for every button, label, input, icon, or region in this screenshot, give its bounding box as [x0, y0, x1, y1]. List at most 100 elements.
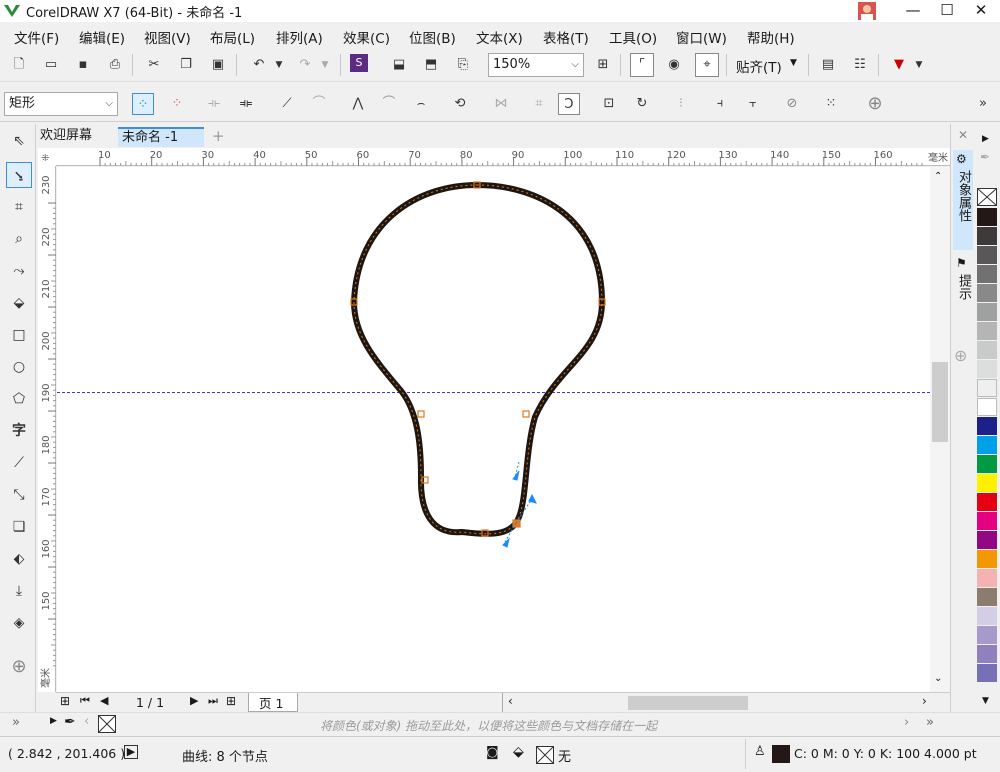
- horizontal-ruler[interactable]: 10 20 30 40 50 60 70 80 90 100 110 120 130 140 150 160 …: [56, 148, 950, 166]
- snap-dropdown-icon[interactable]: ▼: [790, 58, 797, 68]
- palette-swatch[interactable]: [977, 379, 997, 397]
- print-icon[interactable]: ⎙: [104, 54, 126, 76]
- palette-swatch[interactable]: [977, 322, 997, 340]
- palette-swatch[interactable]: [977, 550, 997, 568]
- scroll-right-icon[interactable]: ›: [922, 694, 927, 708]
- redo-icon[interactable]: ↷: [294, 54, 316, 76]
- menu-text[interactable]: 文本(X): [476, 27, 523, 47]
- scroll-up-icon[interactable]: ⌃: [934, 171, 942, 182]
- tab-hints[interactable]: ⚑ 提示: [953, 254, 973, 314]
- break-curve-icon[interactable]: ⟚: [235, 93, 257, 115]
- outline-color-swatch[interactable]: [772, 745, 790, 763]
- outline-pen-icon[interactable]: ♙: [754, 744, 766, 759]
- scroll-left-icon[interactable]: ‹: [508, 694, 513, 708]
- vertical-ruler[interactable]: 230 220 210 200 190 180 170 160 150 毫米: [38, 166, 56, 692]
- ruler-origin[interactable]: ⁜: [38, 148, 56, 166]
- more-options-icon[interactable]: »: [972, 93, 994, 115]
- curve-nodes[interactable]: [350, 181, 606, 537]
- close-curve-icon[interactable]: Ↄ: [558, 93, 580, 115]
- undo-icon[interactable]: ↶: [248, 54, 270, 76]
- close-button[interactable]: ✕: [966, 0, 996, 22]
- menu-effects[interactable]: 效果(C): [343, 27, 390, 47]
- join-nodes-icon[interactable]: ⟛: [203, 93, 225, 115]
- palette-swatch[interactable]: [977, 360, 997, 378]
- page-tab[interactable]: 页 1: [248, 693, 298, 712]
- palette-swatch[interactable]: [977, 626, 997, 644]
- menu-tools[interactable]: 工具(O): [609, 27, 657, 47]
- palette-swatch[interactable]: [977, 227, 997, 245]
- to-line-icon[interactable]: ⟋: [276, 93, 298, 115]
- eyedropper-icon[interactable]: ⤓: [6, 578, 32, 604]
- redo-dropdown-icon[interactable]: ▼: [314, 54, 336, 76]
- to-curve-icon[interactable]: ⌒: [308, 93, 330, 115]
- shape-tool-icon[interactable]: ⭸: [6, 162, 32, 188]
- color-proof-icon[interactable]: ◙: [486, 745, 499, 760]
- zoom-tool-icon[interactable]: ⌕: [6, 226, 32, 252]
- mirror-vertical-icon[interactable]: ⫟: [742, 93, 764, 115]
- rectangle-tool-icon[interactable]: □: [6, 322, 32, 348]
- drawing-canvas[interactable]: [57, 167, 930, 692]
- next-page-icon[interactable]: ▶: [190, 694, 198, 707]
- fill-bucket-icon[interactable]: ⬙: [513, 744, 524, 760]
- expand-palette-icon[interactable]: »: [12, 715, 20, 730]
- import-icon[interactable]: ⬓: [388, 54, 410, 76]
- snap-to-dropdown[interactable]: 贴齐(T): [736, 56, 782, 76]
- palette-swatch[interactable]: [977, 341, 997, 359]
- palette-swatch[interactable]: [977, 664, 997, 682]
- palette-scroll-down-icon[interactable]: ▼: [982, 696, 989, 706]
- menu-window[interactable]: 窗口(W): [676, 27, 727, 47]
- menu-layout[interactable]: 布局(L): [210, 27, 255, 47]
- freehand-tool-icon[interactable]: ⤳: [6, 258, 32, 284]
- text-tool-icon[interactable]: 字: [6, 418, 32, 444]
- palette-swatch[interactable]: [977, 455, 997, 473]
- shape-type-combo[interactable]: 矩形 ⌵: [4, 92, 118, 116]
- menu-arrange[interactable]: 排列(A): [276, 27, 323, 47]
- zoom-combo[interactable]: 150% ⌵: [488, 53, 584, 77]
- paste-icon[interactable]: ▣: [207, 54, 229, 76]
- elastic-mode-icon[interactable]: ⊘: [781, 93, 803, 115]
- smooth-node-icon[interactable]: ⌒: [378, 93, 400, 115]
- close-docker-icon[interactable]: ✕: [958, 128, 968, 142]
- tab-document[interactable]: 未命名 -1: [118, 127, 204, 147]
- align-nodes-icon[interactable]: ⁝: [670, 93, 692, 115]
- menu-table[interactable]: 表格(T): [543, 27, 589, 47]
- delete-node-icon[interactable]: ⁘: [166, 93, 188, 115]
- palette-swatch[interactable]: [977, 246, 997, 264]
- palette-options-icon[interactable]: »: [926, 715, 934, 730]
- cusp-node-icon[interactable]: ⋀: [347, 93, 369, 115]
- crop-tool-icon[interactable]: ⌗: [6, 194, 32, 220]
- add-tool-icon[interactable]: ⊕: [6, 654, 32, 680]
- rotate-nodes-icon[interactable]: ↻: [631, 93, 653, 115]
- show-grid-icon[interactable]: ◉: [663, 54, 685, 76]
- open-icon[interactable]: ▭: [40, 54, 62, 76]
- no-fill-swatch[interactable]: [536, 746, 554, 764]
- connector-tool-icon[interactable]: ⤡: [6, 482, 32, 508]
- export-icon[interactable]: ⬒: [420, 54, 442, 76]
- add-docker-icon[interactable]: ⊕: [954, 346, 967, 365]
- palette-swatch[interactable]: [977, 569, 997, 587]
- add-node-icon[interactable]: ⁘: [132, 93, 154, 115]
- menu-file[interactable]: 文件(F): [14, 27, 59, 47]
- palette-scroll-up-icon[interactable]: ▶: [982, 134, 989, 144]
- palette-swatch[interactable]: [977, 531, 997, 549]
- user-avatar-icon[interactable]: [857, 1, 877, 21]
- save-icon[interactable]: ▪: [72, 54, 94, 76]
- no-color-swatch[interactable]: [98, 715, 116, 733]
- maximize-button[interactable]: ☐: [932, 0, 962, 22]
- last-page-icon[interactable]: ⏭: [208, 694, 218, 708]
- new-document-icon[interactable]: 🗋: [8, 54, 30, 76]
- add-tab-button[interactable]: +: [208, 127, 229, 147]
- add-page-after-icon[interactable]: ⊞: [226, 694, 236, 708]
- palette-swatch[interactable]: [977, 436, 997, 454]
- palette-swatch[interactable]: [977, 474, 997, 492]
- minimize-button[interactable]: —: [898, 0, 928, 22]
- bulb-curve[interactable]: [351, 182, 605, 537]
- vertical-scroll-thumb[interactable]: [932, 362, 948, 442]
- palette-eyedropper-icon[interactable]: ✒: [980, 150, 990, 164]
- full-screen-preview-icon[interactable]: ⊞: [592, 54, 614, 76]
- palette-swatch[interactable]: [977, 303, 997, 321]
- prev-page-icon[interactable]: ◀: [100, 694, 108, 707]
- scroll-down-icon[interactable]: ⌄: [934, 673, 942, 684]
- drop-shadow-icon[interactable]: ❏: [6, 514, 32, 540]
- add-page-before-icon[interactable]: ⊞: [60, 694, 70, 708]
